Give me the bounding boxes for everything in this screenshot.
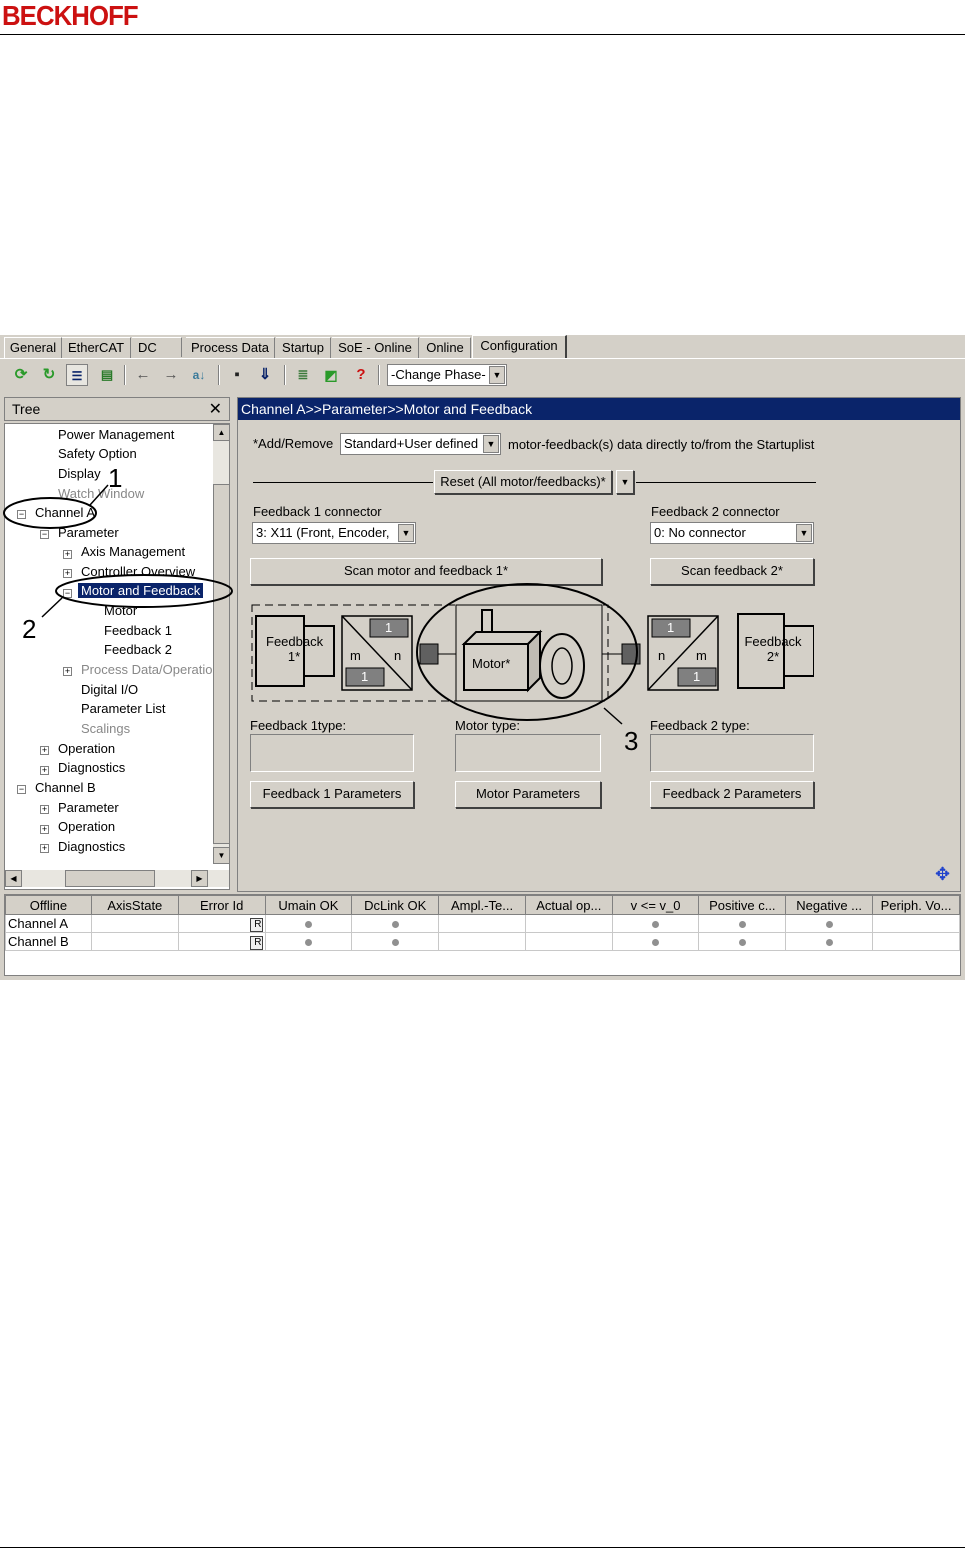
callout-number-2: 2 (22, 614, 37, 644)
callout-ellipse-1 (3, 497, 97, 529)
callout-ellipse-2 (55, 574, 233, 608)
footer-rule (0, 1547, 965, 1548)
callout-leader-2 (41, 597, 63, 618)
callout-number-3: 3 (624, 726, 639, 756)
annotation-overlay (3, 484, 638, 725)
callout-leader-3 (603, 707, 623, 725)
callout-ellipse-3 (416, 583, 638, 721)
callout-leader-1 (89, 484, 109, 506)
callout-number-1: 1 (108, 463, 123, 493)
